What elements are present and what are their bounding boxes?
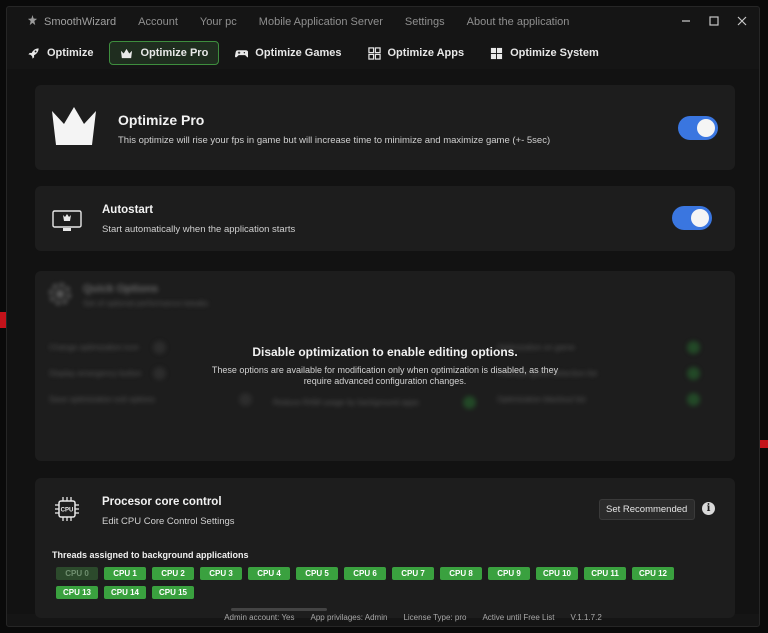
gamepad-icon: [235, 49, 249, 57]
cpu-core-chip[interactable]: CPU 6: [344, 567, 386, 580]
cpu-core-chip[interactable]: CPU 12: [632, 567, 674, 580]
monitor-crown-icon: [52, 210, 82, 231]
menu-account[interactable]: Account: [138, 16, 178, 28]
cpu-core-chip[interactable]: CPU 13: [56, 586, 98, 599]
crown-large-icon: [52, 107, 96, 145]
app-window: SmoothWizard Account Your pc Mobile Appl…: [6, 6, 760, 627]
footer-version: V.1.1.7.2: [570, 613, 602, 622]
disabled-overlay: Disable optimization to enable editing o…: [35, 271, 735, 461]
tab-optimize[interactable]: Optimize: [17, 41, 103, 65]
content-area: Optimize Pro This optimize will rise you…: [7, 69, 759, 618]
info-icon[interactable]: i: [702, 502, 715, 515]
tab-optimize-apps-label: Optimize Apps: [387, 47, 465, 59]
disabled-overlay-title: Disable optimization to enable editing o…: [252, 345, 518, 359]
footer-active: Active until Free List: [482, 613, 555, 622]
cpu-core-chip[interactable]: CPU 9: [488, 567, 530, 580]
autostart-toggle[interactable]: [672, 206, 712, 230]
optimize-pro-title: Optimize Pro: [118, 112, 205, 128]
app-brand-name: SmoothWizard: [44, 16, 117, 28]
minimize-button[interactable]: [679, 13, 693, 29]
cpu-core-chip[interactable]: CPU 14: [104, 586, 146, 599]
cpu-chip-icon: CPU: [55, 497, 79, 521]
footer-admin: Admin account: Yes: [224, 613, 295, 622]
tab-optimize-games-label: Optimize Games: [255, 47, 342, 59]
footer-privileges: App privilages: Admin: [310, 613, 388, 622]
menu-mobile-server[interactable]: Mobile Application Server: [259, 16, 383, 28]
optimize-pro-description: This optimize will rise your fps in game…: [118, 135, 551, 146]
cpu-core-chip[interactable]: CPU 7: [392, 567, 434, 580]
cpu-core-chip[interactable]: CPU 5: [296, 567, 338, 580]
footer-license: License Type: pro: [403, 613, 467, 622]
quick-options-card: Quick Options Set of optional performanc…: [35, 271, 735, 461]
disabled-overlay-description: These options are available for modifica…: [211, 365, 559, 386]
optimize-pro-toggle[interactable]: [678, 116, 718, 140]
close-button[interactable]: [735, 13, 749, 29]
app-brand: SmoothWizard: [27, 15, 116, 29]
cpu-core-chip[interactable]: CPU 8: [440, 567, 482, 580]
cpu-core-list: CPU 0 CPU 1 CPU 2 CPU 3 CPU 4 CPU 5 CPU 6 CPU 7…: [56, 567, 716, 599]
cpu-core-chip[interactable]: CPU 15: [152, 586, 194, 599]
optimize-pro-card: Optimize Pro This optimize will rise you…: [35, 85, 735, 170]
processor-core-title: Procesor core control: [102, 496, 222, 508]
threads-label: Threads assigned to background applicati…: [52, 550, 249, 560]
menu-your-pc[interactable]: Your pc: [200, 16, 237, 28]
cpu-core-chip[interactable]: CPU 10: [536, 567, 578, 580]
tab-optimize-pro[interactable]: Optimize Pro: [109, 41, 220, 65]
main-tabs: Optimize Optimize Pro Optimize Games Opt…: [17, 41, 609, 65]
maximize-button[interactable]: [707, 13, 721, 29]
tab-optimize-label: Optimize: [47, 47, 94, 59]
wizard-logo-icon: [27, 15, 38, 29]
autostart-title: Autostart: [102, 204, 154, 216]
apps-grid-icon: [367, 46, 381, 60]
processor-core-card: CPU Procesor core control Edit CPU Core …: [35, 478, 735, 618]
autostart-card: Autostart Start automatically when the a…: [35, 186, 735, 251]
cpu-core-chip[interactable]: CPU 2: [152, 567, 194, 580]
horizontal-scrollbar[interactable]: [231, 608, 327, 611]
menu-about[interactable]: About the application: [467, 16, 570, 28]
windows-icon: [491, 47, 503, 59]
crown-icon: [121, 48, 133, 58]
cpu-core-chip[interactable]: CPU 3: [200, 567, 242, 580]
tab-optimize-pro-label: Optimize Pro: [140, 47, 209, 59]
cpu-core-chip[interactable]: CPU 1: [104, 567, 146, 580]
window-controls: [679, 13, 749, 29]
menu-settings[interactable]: Settings: [405, 16, 445, 28]
svg-text:CPU: CPU: [61, 508, 74, 514]
processor-core-description: Edit CPU Core Control Settings: [102, 516, 235, 527]
title-bar: SmoothWizard Account Your pc Mobile Appl…: [7, 7, 759, 37]
background-stripe-right: [760, 440, 768, 448]
status-footer: Admin account: Yes App privilages: Admin…: [7, 613, 759, 626]
rocket-icon: [28, 47, 39, 59]
cpu-core-chip[interactable]: CPU 0: [56, 567, 98, 580]
autostart-description: Start automatically when the application…: [102, 224, 296, 235]
tab-optimize-apps[interactable]: Optimize Apps: [358, 41, 475, 65]
tab-optimize-system-label: Optimize System: [510, 47, 599, 59]
tab-optimize-system[interactable]: Optimize System: [480, 41, 609, 65]
cpu-core-chip[interactable]: CPU 4: [248, 567, 290, 580]
set-recommended-button[interactable]: Set Recommended: [599, 499, 695, 520]
cpu-core-chip[interactable]: CPU 11: [584, 567, 626, 580]
tab-optimize-games[interactable]: Optimize Games: [225, 41, 351, 65]
